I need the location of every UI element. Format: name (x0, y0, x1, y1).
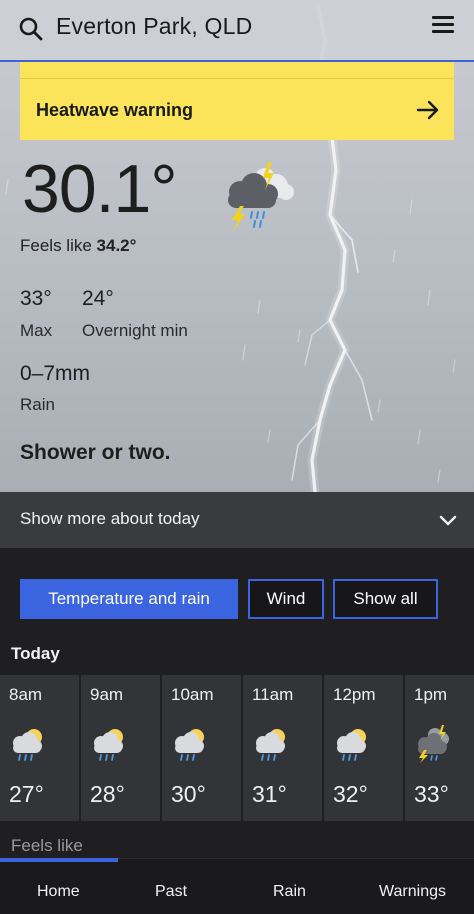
hour-card: 1pm 33° (405, 675, 474, 821)
nav-past[interactable]: Past (155, 883, 187, 901)
nav-warnings[interactable]: Warnings (379, 883, 446, 901)
hour-card: 8am 27° (0, 675, 79, 821)
forecast-summary: Shower or two. (20, 441, 171, 464)
chevron-down-icon (439, 515, 457, 526)
hour-temp: 31° (252, 781, 287, 807)
bottom-navigation: Home Past Rain Warnings (0, 858, 474, 914)
menu-icon[interactable] (432, 16, 456, 36)
hour-temp: 28° (90, 781, 125, 807)
show-more-today-button[interactable]: Show more about today (0, 492, 474, 548)
shower-sun-icon (175, 729, 204, 761)
max-temp-label: Max (20, 321, 53, 340)
hour-temp: 33° (414, 781, 449, 807)
rain-amount-label: Rain (20, 395, 55, 414)
hour-card: 12pm 32° (324, 675, 403, 821)
hour-time: 11am (252, 685, 294, 704)
hour-temp: 32° (333, 781, 368, 807)
location-title[interactable]: Everton Park, QLD (56, 13, 252, 40)
hour-time: 8am (9, 685, 43, 704)
active-tab-indicator (0, 858, 118, 862)
hour-time: 12pm (333, 685, 376, 704)
top-bar: Everton Park, QLD (0, 0, 474, 62)
show-more-label: Show more about today (20, 509, 200, 528)
warning-label: Heatwave warning (36, 100, 194, 120)
storm-icon (418, 725, 449, 763)
hour-temp: 27° (9, 781, 44, 807)
storm-cloud-icon (228, 162, 294, 232)
current-temperature: 30.1° (22, 151, 178, 227)
arrow-right-icon (416, 100, 439, 120)
hour-time: 9am (90, 685, 124, 704)
warning-divider (20, 78, 454, 79)
hour-time: 10am (171, 685, 214, 704)
feels-like-row-label: Feels like (11, 836, 83, 855)
overnight-min-label: Overnight min (82, 321, 188, 340)
nav-home[interactable]: Home (37, 883, 80, 901)
nav-rain[interactable]: Rain (273, 883, 306, 901)
max-temp-value: 33° (20, 287, 52, 310)
rain-amount-value: 0–7mm (20, 362, 91, 385)
shower-sun-icon (256, 729, 285, 761)
hourly-forecast-strip[interactable]: 8am 27° 9am 28° 10am 30° 11am 31° 12pm 3… (0, 675, 474, 821)
shower-sun-icon (337, 729, 366, 761)
hour-temp: 30° (171, 781, 206, 807)
hour-time: 1pm (414, 685, 448, 704)
temperature-and-rain-tab[interactable]: Temperature and rain (20, 579, 238, 619)
heatwave-warning-banner[interactable]: Heatwave warning (20, 62, 454, 140)
hour-card: 9am 28° (81, 675, 160, 821)
feels-like-label: Feels like (20, 236, 92, 255)
show-all-tab[interactable]: Show all (333, 579, 438, 619)
wind-tab[interactable]: Wind (248, 579, 324, 619)
overnight-min-value: 24° (82, 287, 114, 310)
shower-sun-icon (13, 729, 42, 761)
day-label: Today (11, 644, 60, 663)
hour-card: 10am 30° (162, 675, 241, 821)
feels-like: Feels like 34.2° (20, 236, 136, 256)
shower-sun-icon (94, 729, 123, 761)
search-icon[interactable] (18, 16, 44, 42)
feels-like-value: 34.2° (96, 236, 137, 255)
hour-card: 11am 31° (243, 675, 322, 821)
